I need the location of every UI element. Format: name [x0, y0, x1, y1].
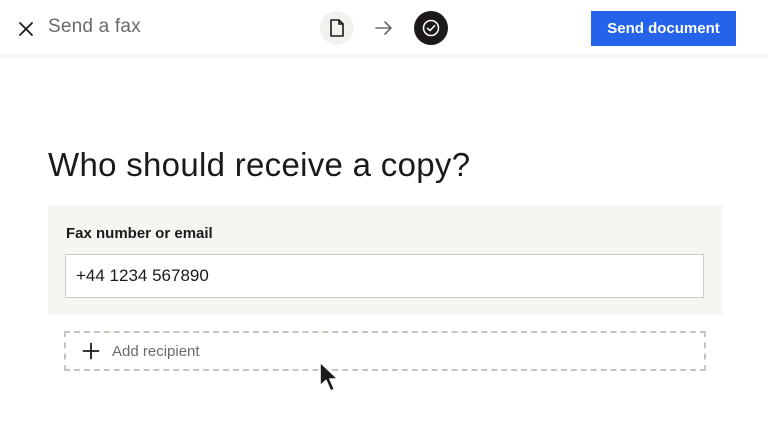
recipient-field-label: Fax number or email [66, 225, 213, 242]
document-icon [330, 19, 344, 37]
mouse-pointer-icon [319, 361, 339, 392]
recipient-panel: Fax number or email [48, 205, 722, 315]
step-document [320, 11, 354, 45]
close-button[interactable] [14, 17, 38, 41]
add-recipient-button[interactable]: Add recipient [64, 331, 706, 371]
close-icon[interactable] [18, 21, 34, 37]
top-bar: Send a fax Send document [0, 0, 768, 58]
step-separator [367, 11, 401, 45]
add-recipient-label: Add recipient [112, 342, 200, 360]
plus-icon [82, 342, 100, 360]
step-confirm [414, 11, 448, 45]
page-title: Send a fax [48, 16, 141, 37]
arrow-right-icon [375, 21, 392, 35]
check-circle-icon [422, 19, 440, 37]
page-heading: Who should receive a copy? [48, 146, 471, 183]
send-document-button[interactable]: Send document [591, 11, 736, 46]
recipient-input[interactable] [65, 254, 704, 298]
